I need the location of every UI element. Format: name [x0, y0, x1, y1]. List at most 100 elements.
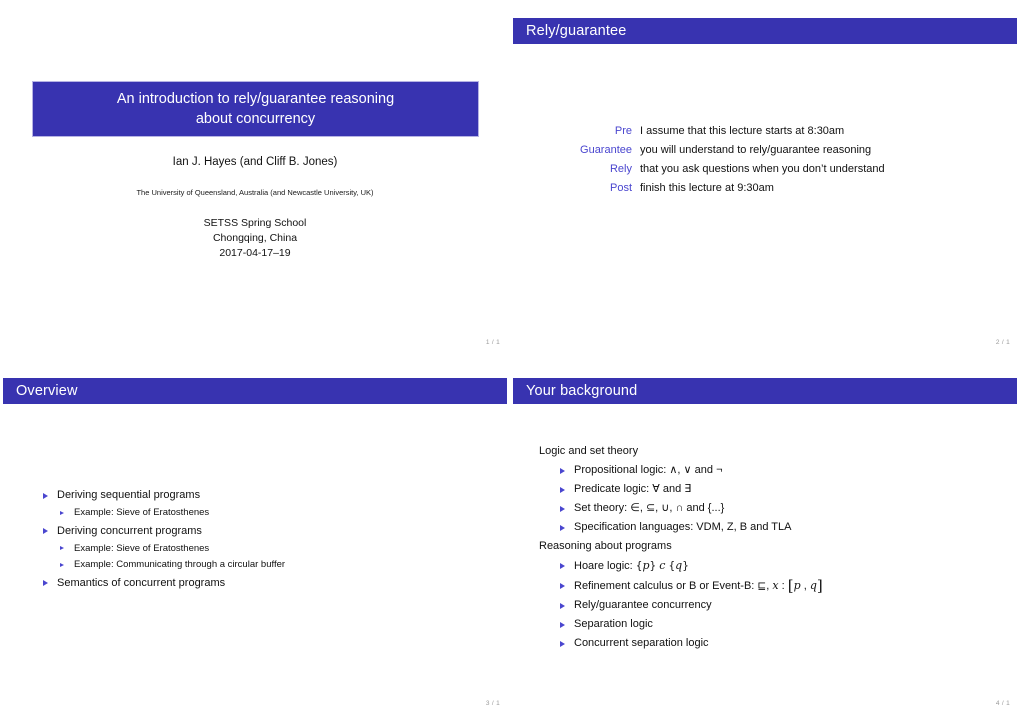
rely-guarantee-description-list: Pre I assume that this lecture starts at…: [544, 122, 984, 198]
math-brace-close: }: [682, 560, 689, 572]
bullet-triangle-icon: [560, 486, 565, 493]
frame-title-bar: Overview: [3, 378, 507, 404]
list-item: Deriving sequential programs Example: Si…: [40, 486, 470, 522]
list-item-label: Set theory: ∈, ⊆, ∪, ∩ and {...}: [574, 502, 725, 514]
description-detail: you will understand to rely/guarantee re…: [640, 144, 872, 156]
bullet-triangle-icon: [560, 640, 565, 647]
page-number: 1 / 1: [485, 339, 500, 346]
frame-title: Rely/guarantee: [526, 22, 627, 39]
list-item: Refinement calculus or B or Event-B: ⊑, …: [557, 576, 999, 596]
group-body: Hoare logic: {p} c {q} Refinement calcul…: [539, 556, 999, 653]
math-var-p: p: [793, 579, 801, 592]
description-term: Pre: [614, 125, 632, 137]
overview-outline: Deriving sequential programs Example: Si…: [40, 486, 470, 593]
list-item: Example: Sieve of Eratosthenes: [57, 505, 470, 522]
description-detail: I assume that this lecture starts at 8:3…: [640, 125, 845, 137]
bullet-triangle-icon: [560, 562, 565, 569]
bullet-triangle-icon: [60, 510, 64, 515]
list-item-label: Deriving concurrent programs: [57, 524, 202, 537]
math-var-p: p: [642, 559, 650, 572]
description-detail: finish this lecture at 9:30am: [640, 182, 774, 194]
list-item: Example: Communicating through a circula…: [57, 557, 470, 574]
math-bracket-close: ]: [816, 576, 823, 595]
slide-your-background: Your background Logic and set theory Pro…: [510, 360, 1020, 721]
list-item-label: Deriving sequential programs: [57, 489, 201, 501]
presentation-title-line-1: An introduction to rely/guarantee reason…: [116, 91, 395, 107]
description-term: Rely: [609, 163, 632, 175]
list-item-label: Specification languages: VDM, Z, B and T…: [574, 521, 792, 533]
venue-event: SETSS Spring School: [203, 217, 307, 229]
list-item: Separation logic: [557, 615, 999, 634]
list-item-label: Example: Communicating through a circula…: [74, 559, 286, 570]
venue-block: SETSS Spring School Chongqing, China 201…: [0, 216, 510, 261]
group-heading: Reasoning about programs: [539, 540, 672, 552]
list-item-label: Example: Sieve of Eratosthenes: [74, 542, 210, 554]
author-line: Ian J. Hayes (and Cliff B. Jones): [0, 156, 510, 168]
frame-title: Overview: [16, 382, 78, 399]
presentation-title-box: An introduction to rely/guarantee reason…: [32, 81, 479, 137]
frame-title: Your background: [526, 382, 638, 399]
list-item: Propositional logic: ∧, ∨ and ¬: [557, 461, 999, 480]
math-separator: ,: [800, 580, 810, 592]
description-row: Guarantee you will understand to rely/gu…: [544, 141, 984, 160]
list-item-label: Rely/guarantee concurrency: [574, 599, 712, 611]
list-item: Example: Sieve of Eratosthenes: [57, 541, 470, 558]
bullet-triangle-icon: [43, 528, 48, 534]
description-term: Guarantee: [580, 144, 632, 156]
description-row: Rely that you ask questions when you don…: [544, 160, 984, 179]
institute-line: The University of Queensland, Australia …: [136, 188, 374, 197]
outline-level-2: Example: Sieve of Eratosthenes Example: …: [57, 541, 470, 574]
list-item-label: Propositional logic: ∧, ∨ and ¬: [574, 464, 723, 476]
slide-rely-guarantee: Rely/guarantee Pre I assume that this le…: [510, 0, 1020, 360]
bullet-triangle-icon: [60, 562, 64, 567]
slide-overview: Overview Deriving sequential programs Ex…: [0, 360, 510, 721]
description-term: Post: [609, 182, 632, 194]
bullet-triangle-icon: [43, 580, 48, 586]
background-outline: Logic and set theory Propositional logic…: [539, 442, 999, 653]
list-item: Rely/guarantee concurrency: [557, 596, 999, 615]
bullet-triangle-icon: [560, 524, 565, 531]
venue-city: Chongqing, China: [212, 232, 298, 244]
page-number: 3 / 1: [485, 700, 500, 707]
slide-title: An introduction to rely/guarantee reason…: [0, 0, 510, 360]
frame-title-bar: Rely/guarantee: [513, 18, 1017, 44]
list-item-label: Semantics of concurrent programs: [57, 576, 226, 589]
outline-level-1: Propositional logic: ∧, ∨ and ¬ Predicat…: [557, 461, 999, 537]
list-item: Semantics of concurrent programs: [40, 574, 470, 593]
list-item-label: Predicate logic: ∀ and ∃: [574, 483, 692, 495]
list-item-label: Separation logic: [574, 618, 653, 630]
group-body: Propositional logic: ∧, ∨ and ¬ Predicat…: [539, 461, 999, 537]
math-var-c: c: [659, 559, 666, 572]
list-item-label: Concurrent separation logic: [574, 637, 709, 649]
list-item: Concurrent separation logic: [557, 634, 999, 653]
description-detail: that you ask questions when you don’t un…: [640, 163, 885, 175]
author-names: Ian J. Hayes (and Cliff B. Jones): [172, 156, 338, 168]
list-item: Deriving concurrent programs Example: Si…: [40, 522, 470, 574]
bullet-triangle-icon: [43, 492, 48, 499]
presentation-title-line-2: about concurrency: [195, 111, 316, 127]
outline-level-1: Deriving sequential programs Example: Si…: [40, 486, 470, 593]
bullet-triangle-icon: [560, 467, 565, 474]
math-brace-close: }: [649, 560, 657, 572]
list-item: Set theory: ∈, ⊆, ∪, ∩ and {...}: [557, 499, 999, 518]
description-row: Post finish this lecture at 9:30am: [544, 179, 984, 198]
outline-level-2: Example: Sieve of Eratosthenes: [57, 505, 470, 522]
list-item: Specification languages: VDM, Z, B and T…: [557, 518, 999, 537]
outline-level-1: Hoare logic: {p} c {q} Refinement calcul…: [557, 556, 999, 653]
bullet-triangle-icon: [60, 546, 64, 551]
bullet-triangle-icon: [560, 582, 565, 589]
list-item-label-prefix: Refinement calculus or B or Event-B:: [574, 580, 758, 592]
frame-title-bar: Your background: [513, 378, 1017, 404]
page-number: 2 / 1: [995, 339, 1010, 346]
handout-page: An introduction to rely/guarantee reason…: [0, 0, 1020, 721]
list-item-label-prefix: Hoare logic:: [574, 560, 636, 572]
bullet-triangle-icon: [560, 505, 565, 512]
group-heading: Logic and set theory: [539, 445, 639, 457]
bullet-triangle-icon: [560, 602, 565, 609]
bullet-triangle-icon: [560, 621, 565, 628]
page-number: 4 / 1: [995, 700, 1010, 707]
math-var-q: q: [809, 579, 817, 592]
list-item-label: Example: Sieve of Eratosthenes: [74, 507, 210, 518]
list-item: Hoare logic: {p} c {q}: [557, 556, 999, 576]
math-bracket-open: [: [787, 576, 794, 595]
